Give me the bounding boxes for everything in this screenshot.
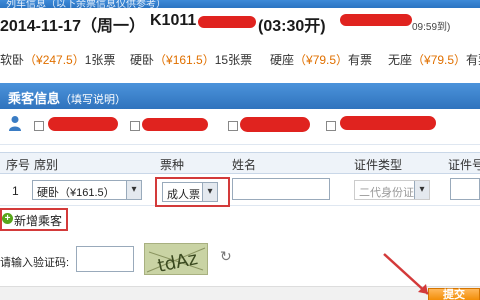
passenger-checkbox[interactable] xyxy=(228,121,238,131)
captcha-code-text: tdAz xyxy=(156,248,200,275)
seat-item-hard-seat: 硬座（¥79.5）有票 xyxy=(270,51,372,68)
captcha-noise-graphic: tdAz xyxy=(146,247,206,275)
seat-select[interactable]: 硬卧（¥161.5） xyxy=(32,180,142,200)
seat-type: 硬卧 xyxy=(130,53,155,67)
ticket-type-highlight-box xyxy=(155,177,230,207)
seat-type: 软卧 xyxy=(0,53,25,67)
person-icon xyxy=(9,116,21,131)
arrival-time: 09:59到) xyxy=(412,22,451,33)
passenger-checkbox[interactable] xyxy=(34,121,44,131)
col-header-id-number: 证件号 xyxy=(448,158,480,172)
passenger-table-header: 序号 席别 票种 姓名 证件类型 证件号 xyxy=(0,152,480,174)
add-passenger-highlight-box xyxy=(0,208,68,231)
passenger-section-title: 乘客信息（填写说明） xyxy=(8,88,126,107)
col-header-seat: 席别 xyxy=(34,158,59,172)
redaction-mark xyxy=(340,14,412,26)
redaction-mark xyxy=(142,118,208,131)
seat-availability: 软卧（¥247.5）1张票 硬卧（¥161.5）15张票 硬座（¥79.5）有票… xyxy=(0,48,480,74)
seat-price: （¥79.5） xyxy=(412,53,467,67)
seat-type: 无座 xyxy=(388,53,413,67)
captcha-input[interactable] xyxy=(76,246,134,272)
seat-price: （¥161.5） xyxy=(154,53,215,67)
col-header-no: 序号 xyxy=(6,158,31,172)
refresh-icon[interactable]: ↻ xyxy=(220,248,232,265)
seat-availability-count: 15张票 xyxy=(214,53,253,67)
redaction-mark xyxy=(198,16,256,28)
passenger-section-title-text: 乘客信息 xyxy=(8,91,61,106)
col-header-name: 姓名 xyxy=(232,158,257,172)
seat-type: 硬座 xyxy=(270,53,295,67)
passenger-name-input[interactable] xyxy=(232,178,330,200)
train-number: K1011 xyxy=(150,12,197,29)
passenger-checkbox[interactable] xyxy=(326,121,336,131)
seat-item-soft-sleeper: 软卧（¥247.5）1张票 xyxy=(0,51,115,68)
col-header-id-type: 证件类型 xyxy=(354,158,403,172)
seat-item-hard-sleeper: 硬卧（¥161.5）15张票 xyxy=(130,51,252,68)
passenger-section-header: 乘客信息（填写说明） xyxy=(0,83,480,109)
redaction-mark xyxy=(48,117,118,131)
annotation-arrow xyxy=(383,253,429,295)
train-info-topbar: 列车信息（以下余票信息仅供参考） xyxy=(0,0,480,10)
seat-availability-count: 有票 xyxy=(348,53,373,67)
seat-price: （¥247.5） xyxy=(24,53,85,67)
fill-instructions-link[interactable]: （填写说明） xyxy=(60,94,126,106)
seat-availability-count: 1张票 xyxy=(84,53,116,67)
id-type-select[interactable]: 二代身份证 xyxy=(354,180,430,200)
passenger-checkbox[interactable] xyxy=(130,121,140,131)
captcha-label: 请输入验证码: xyxy=(0,257,70,269)
row-number: 1 xyxy=(12,184,19,198)
travel-date: 2014-11-17（周一） xyxy=(0,18,145,35)
seat-price: （¥79.5） xyxy=(294,53,349,67)
seat-availability-count: 有票 xyxy=(466,53,480,67)
redaction-mark xyxy=(340,116,436,130)
seat-item-standing: 无座（¥79.5）有票 xyxy=(388,51,480,68)
captcha-image[interactable]: tdAz xyxy=(144,243,208,275)
id-number-input[interactable] xyxy=(450,178,480,200)
col-header-ticket-type: 票种 xyxy=(160,158,185,172)
departure-time: (03:30开) xyxy=(258,18,326,35)
redaction-mark xyxy=(240,117,310,132)
